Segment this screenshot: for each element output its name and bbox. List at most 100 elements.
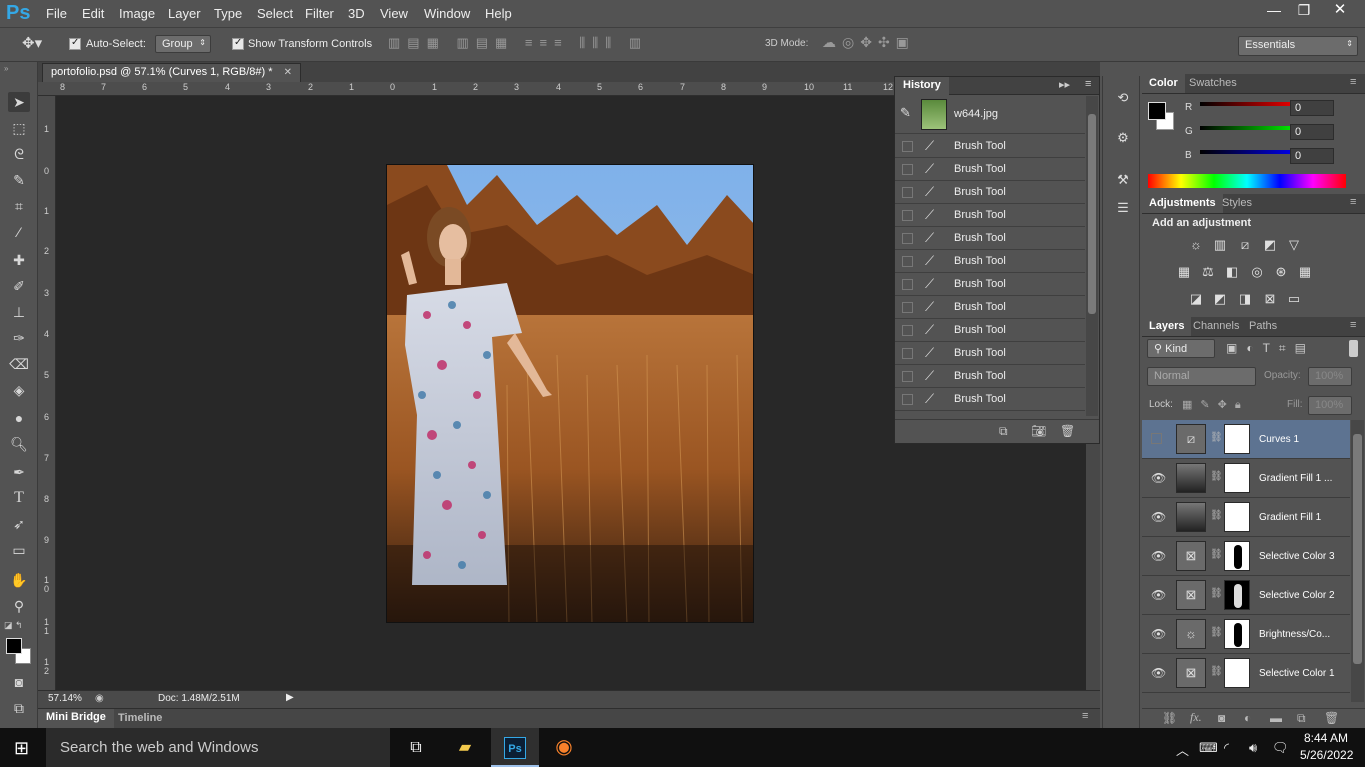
tab-channels[interactable]: Channels xyxy=(1193,320,1239,332)
delete-layer-icon[interactable]: 🗑︎ xyxy=(1324,711,1339,725)
eye-icon[interactable]: 👁︎ xyxy=(1151,666,1166,680)
menu-filter[interactable]: Filter xyxy=(305,6,334,21)
history-snapshot[interactable]: ✎ w644.jpg xyxy=(895,96,1085,134)
new-group-icon[interactable]: ▬ xyxy=(1270,711,1282,725)
panel-menu-icon[interactable]: ≡ xyxy=(1350,76,1356,88)
tab-timeline[interactable]: Timeline xyxy=(118,712,162,724)
fill-field[interactable]: 100% xyxy=(1308,396,1352,415)
history-item[interactable]: ⟋ Brush Tool xyxy=(895,388,1085,411)
menu-type[interactable]: Type xyxy=(214,6,242,21)
b-slider[interactable] xyxy=(1200,150,1302,154)
visibility-toggle-off[interactable] xyxy=(1151,433,1162,444)
menu-image[interactable]: Image xyxy=(119,6,155,21)
panel-menu-icon[interactable]: ≡ xyxy=(1082,710,1088,722)
new-document-from-state-icon[interactable]: ⧉ xyxy=(999,424,1008,439)
layer-row-selective-color-3[interactable]: 👁︎ ⊠ ⛓ Selective Color 3 xyxy=(1142,537,1350,576)
tab-swatches[interactable]: Swatches xyxy=(1189,77,1237,89)
status-info-icon[interactable]: ◉ xyxy=(95,693,104,704)
workspace-dropdown[interactable]: Essentials ⇕ xyxy=(1238,36,1358,56)
paint-bucket-tool-icon[interactable]: ◈ xyxy=(8,380,30,400)
task-view-icon[interactable]: ⧉ xyxy=(392,728,440,767)
auto-select-checkbox[interactable] xyxy=(69,37,81,50)
history-scrollbar[interactable] xyxy=(1086,96,1098,416)
history-brush-source-icon[interactable]: ✎ xyxy=(900,105,911,121)
hue-saturation-icon[interactable]: ▦ xyxy=(1176,265,1192,279)
layer-mask-thumbnail[interactable] xyxy=(1224,463,1250,493)
layer-row-gradient-fill[interactable]: 👁︎ ⛓ Gradient Fill 1 ... xyxy=(1142,459,1350,498)
expand-panel-icon[interactable]: ▸▸ xyxy=(1059,78,1070,91)
taskbar-search-box[interactable]: Search the web and Windows xyxy=(46,728,390,767)
color-lookup-icon[interactable]: ▦ xyxy=(1297,265,1313,279)
layer-mask-thumbnail[interactable] xyxy=(1224,619,1250,649)
dodge-tool-icon[interactable]: 🔍︎ xyxy=(8,434,30,454)
history-checkbox[interactable] xyxy=(902,348,913,359)
hand-tool-icon[interactable]: ✋ xyxy=(8,570,30,590)
history-brush-tool-icon[interactable]: ✑ xyxy=(8,328,30,348)
levels-icon[interactable]: ▥ xyxy=(1212,238,1228,252)
collapse-arrows-icon[interactable]: » xyxy=(4,64,8,73)
history-checkbox[interactable] xyxy=(902,325,913,336)
tab-mini-bridge[interactable]: Mini Bridge xyxy=(38,709,114,728)
history-checkbox[interactable] xyxy=(902,187,913,198)
eye-icon[interactable]: 👁︎ xyxy=(1151,510,1166,524)
align-distribute-icons[interactable]: ▥▤▦ ▥▤▦ ≡≡≡ ⫼⫼⫼ ▥ xyxy=(388,35,718,53)
firefox-icon[interactable]: ◉ xyxy=(540,728,588,767)
tab-history[interactable]: History xyxy=(895,77,949,95)
eyedropper-tool-icon[interactable]: ⁄ xyxy=(8,222,30,242)
layers-scrollbar[interactable] xyxy=(1351,420,1364,702)
history-item[interactable]: ⟋ Brush Tool xyxy=(895,365,1085,388)
eye-icon[interactable]: 👁︎ xyxy=(1151,471,1166,485)
invert-icon[interactable]: ◪ xyxy=(1188,292,1204,306)
zoom-level[interactable]: 57.14% xyxy=(48,693,82,704)
photo-filter-icon[interactable]: ◎ xyxy=(1249,265,1265,279)
color-spectrum-bar[interactable] xyxy=(1148,174,1346,188)
layer-row-selective-color-1[interactable]: 👁︎ ⊠ ⛓ Selective Color 1 xyxy=(1142,654,1350,693)
document-tab[interactable]: portofolio.psd @ 57.1% (Curves 1, RGB/8#… xyxy=(42,63,301,82)
menu-3d[interactable]: 3D xyxy=(348,6,365,21)
zoom-tool-icon[interactable]: ⚲ xyxy=(8,596,30,616)
camera-icon[interactable]: 📷︎ xyxy=(1031,424,1046,438)
type-tool-icon[interactable]: T xyxy=(8,488,30,508)
windows-start-icon[interactable]: ⊞ xyxy=(14,738,29,759)
tab-layers[interactable]: Layers xyxy=(1142,317,1192,336)
history-panel-icon[interactable]: ⟲ xyxy=(1113,90,1133,108)
tab-adjustments[interactable]: Adjustments xyxy=(1142,194,1223,213)
eye-icon[interactable]: 👁︎ xyxy=(1151,549,1166,563)
photoshop-taskbar-icon[interactable]: Ps xyxy=(491,728,539,767)
layer-row-curves-1[interactable]: ⧄ ⛓ Curves 1 xyxy=(1142,420,1350,459)
volume-icon[interactable]: 🔊︎ xyxy=(1249,740,1257,756)
history-checkbox[interactable] xyxy=(902,233,913,244)
auto-select-dropdown[interactable]: Group ⇕ xyxy=(155,35,211,53)
history-checkbox[interactable] xyxy=(902,141,913,152)
history-item[interactable]: ⟋ Brush Tool xyxy=(895,181,1085,204)
black-white-icon[interactable]: ◧ xyxy=(1224,265,1240,279)
layer-mask-thumbnail[interactable] xyxy=(1224,658,1250,688)
layer-row-brightness-contrast[interactable]: 👁︎ ☼ ⛓ Brightness/Co... xyxy=(1142,615,1350,654)
wifi-icon[interactable]: ◜ xyxy=(1224,740,1229,756)
layer-mask-thumbnail[interactable] xyxy=(1224,541,1250,571)
curves-adjust-icon[interactable]: ⧄ xyxy=(1237,238,1253,252)
layer-row-gradient-fill-1[interactable]: 👁︎ ⛓ Gradient Fill 1 xyxy=(1142,498,1350,537)
panel-menu-icon[interactable]: ≡ xyxy=(1350,196,1356,208)
color-balance-icon[interactable]: ⚖ xyxy=(1200,265,1216,279)
rectangle-tool-icon[interactable]: ▭ xyxy=(8,540,30,560)
show-transform-checkbox[interactable] xyxy=(232,37,244,50)
history-item[interactable]: ⟋ Brush Tool xyxy=(895,319,1085,342)
menu-layer[interactable]: Layer xyxy=(168,6,201,21)
color-foreground-swatch[interactable] xyxy=(1148,102,1166,120)
posterize-icon[interactable]: ◩ xyxy=(1212,292,1228,306)
taskbar-time[interactable]: 8:44 AM xyxy=(1304,731,1348,745)
g-slider[interactable] xyxy=(1200,126,1302,130)
eye-icon[interactable]: 👁︎ xyxy=(1151,627,1166,641)
status-menu-arrow-icon[interactable]: ▶ xyxy=(286,692,294,703)
menu-view[interactable]: View xyxy=(380,6,408,21)
history-checkbox[interactable] xyxy=(902,302,913,313)
filter-toggle[interactable] xyxy=(1349,340,1358,357)
eye-icon[interactable]: 👁︎ xyxy=(1151,588,1166,602)
move-tool-preset-icon[interactable]: ✥▾ xyxy=(22,34,42,52)
history-checkbox[interactable] xyxy=(902,164,913,175)
history-checkbox[interactable] xyxy=(902,394,913,405)
menu-window[interactable]: Window xyxy=(424,6,470,21)
add-mask-icon[interactable]: ◙ xyxy=(1218,711,1225,725)
r-slider[interactable] xyxy=(1200,102,1302,106)
